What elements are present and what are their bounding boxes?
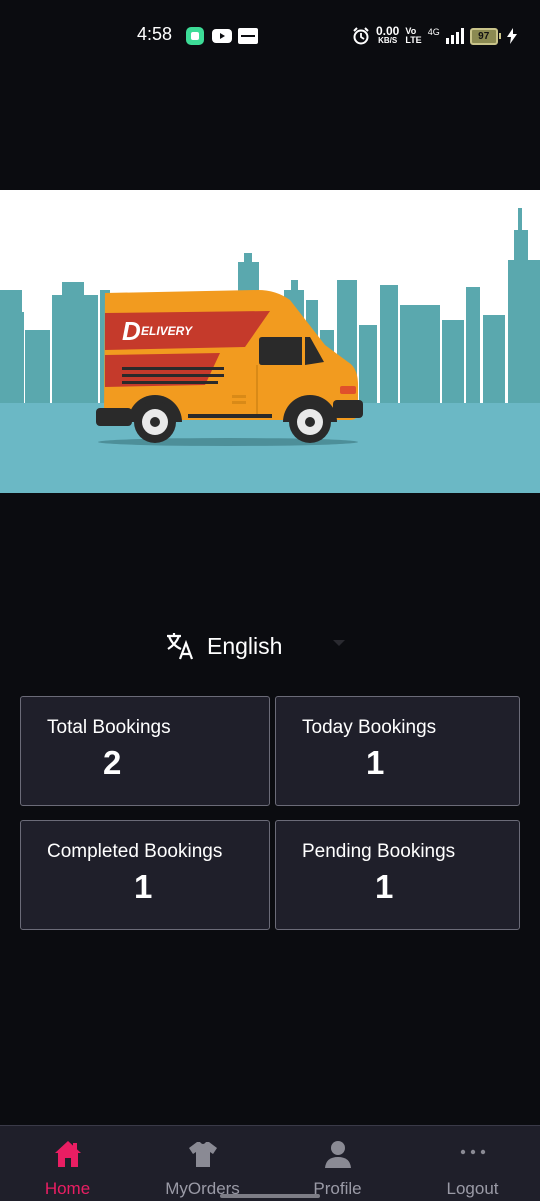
stat-title: Today Bookings <box>302 717 437 738</box>
chevron-down-icon <box>333 640 345 646</box>
more-dots-icon <box>460 1149 485 1155</box>
stat-card-pending-bookings: Pending Bookings 1 <box>275 820 520 930</box>
status-time: 4:58 <box>137 24 173 44</box>
nav-myorders[interactable]: MyOrders <box>135 1126 270 1201</box>
language-selector[interactable]: English <box>165 628 355 664</box>
status-right-group: 0.00 KB/S Vo LTE 4G 97 <box>352 24 517 48</box>
shirt-icon <box>188 1142 217 1167</box>
alarm-icon <box>353 27 369 45</box>
charging-icon <box>506 28 517 44</box>
nav-profile[interactable]: Profile <box>270 1126 405 1201</box>
home-icon <box>54 1141 81 1167</box>
network-speed: 0.00 KB/S <box>376 24 400 45</box>
battery-indicator: 97 <box>469 27 501 45</box>
stat-card-completed-bookings: Completed Bookings 1 <box>20 820 270 930</box>
signal-icon <box>445 28 464 44</box>
van-logo-initial: D <box>122 316 141 346</box>
status-bar: 4:58 0.00 KB/S Vo LTE 4G 97 <box>0 0 540 70</box>
stat-value: 1 <box>375 868 394 905</box>
delivery-van-illustration: D ELIVERY <box>0 208 540 493</box>
van-logo-text: ELIVERY <box>141 324 193 338</box>
stat-title: Pending Bookings <box>302 841 456 862</box>
stat-title: Total Bookings <box>47 717 171 738</box>
stat-value: 1 <box>366 744 385 781</box>
person-icon <box>324 1141 351 1168</box>
youtube-icon <box>212 29 232 43</box>
nav-home[interactable]: Home <box>0 1126 135 1201</box>
volte-indicator: Vo LTE <box>405 26 422 45</box>
language-label: English <box>207 632 283 659</box>
app-notification-icon <box>186 27 204 45</box>
gesture-home-bar[interactable] <box>220 1194 320 1198</box>
nav-logout-label: Logout <box>446 1179 499 1198</box>
translate-icon <box>165 631 195 661</box>
stat-card-total-bookings: Total Bookings 2 <box>20 696 270 806</box>
mail-notification-icon <box>238 28 258 44</box>
bottom-navigation: Home MyOrders Profile Logout <box>0 1125 540 1201</box>
stat-value: 1 <box>134 868 153 905</box>
stat-value: 2 <box>103 744 122 781</box>
delivery-banner: D ELIVERY <box>0 190 540 493</box>
stat-card-today-bookings: Today Bookings 1 <box>275 696 520 806</box>
stat-title: Completed Bookings <box>47 841 223 862</box>
network-type: 4G <box>427 27 440 37</box>
nav-logout[interactable]: Logout <box>405 1126 540 1201</box>
nav-home-label: Home <box>44 1179 91 1198</box>
